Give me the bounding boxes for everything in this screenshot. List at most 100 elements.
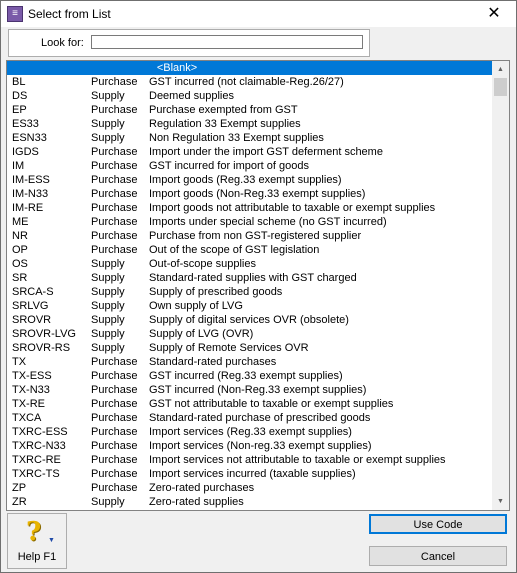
list-item-code: OP [12,244,28,256]
look-for-label: Look for: [41,37,84,49]
list-item-description: Out of the scope of GST legislation [149,244,320,256]
cancel-button[interactable]: Cancel [369,546,507,566]
list-item-code: TXRC-TS [12,468,60,480]
list-item-code: ESN33 [12,132,47,144]
list-item[interactable]: BL Purchase GST incurred (not claimable-Re… [7,75,492,89]
list-item-type: Purchase [91,398,138,410]
list-item-description: Import services (Reg.33 exempt supplies) [149,426,352,438]
list-item-description: Out-of-scope supplies [149,258,256,270]
list-item-code: SROVR [12,314,52,326]
list-item-code: IGDS [12,146,39,158]
list-item-description: Imports under special scheme (no GST inc… [149,216,387,228]
look-for-input[interactable] [91,35,363,49]
list-item-code: ZP [12,482,27,494]
list-item-code: OS [12,258,28,270]
list-item-description: GST incurred (Reg.33 exempt supplies) [149,370,343,382]
list-item[interactable]: IM-RE Purchase Import goods not attributab… [7,201,492,215]
dropdown-arrow-icon: ▼ [48,537,55,544]
vertical-scrollbar[interactable]: ▲ ▼ [492,61,509,510]
list-item[interactable]: TXRC-N33 Purchase Import services (Non-reg… [7,439,492,453]
list-item-type: Supply [91,118,125,130]
list-item-description: Deemed supplies [149,90,234,102]
list-item[interactable]: TX-N33 Purchase GST incurred (Non-Reg.33 e… [7,383,492,397]
list-item-type: Supply [91,496,125,508]
list-item[interactable]: ES33 Supply Regulation 33 Exempt supplies [7,117,492,131]
list-item[interactable]: IGDS Purchase Import under the import GST … [7,145,492,159]
list-item[interactable]: IM-N33 Purchase Import goods (Non-Reg.33 e… [7,187,492,201]
list-item-code: IM-N33 [12,188,49,200]
list-item-description: Purchase exempted from GST [149,104,298,116]
scroll-down-icon[interactable]: ▼ [492,493,509,510]
title-bar[interactable]: ≡ Select from List ✕ [1,1,516,27]
list-item[interactable]: OP Purchase Out of the scope of GST legisl… [7,243,492,257]
list-item-description: Import services (Non-reg.33 exempt suppl… [149,440,372,452]
list-item-description: GST incurred (not claimable-Reg.26/27) [149,76,344,88]
list-item-type: Purchase [91,370,138,382]
list-item[interactable]: TXRC-RE Purchase Import services not attri… [7,453,492,467]
list-item-type: Purchase [91,356,138,368]
list-item-code: BL [12,76,26,88]
use-code-button[interactable]: Use Code [369,514,507,534]
list-item-type: Purchase [91,468,138,480]
list-item-type: Supply [91,132,125,144]
list-item[interactable]: TXCA Purchase Standard-rated purchase of p… [7,411,492,425]
list-item[interactable]: NR Purchase Purchase from non GST-register… [7,229,492,243]
list-item-code: ME [12,216,29,228]
list-item[interactable]: SROVR-RS Supply Supply of Remote Services … [7,341,492,355]
list-item[interactable]: ESN33 Supply Non Regulation 33 Exempt supp… [7,131,492,145]
list-item[interactable]: SRLVG Supply Own supply of LVG [7,299,492,313]
scroll-thumb[interactable] [494,78,507,96]
list-item[interactable]: OS Supply Out-of-scope supplies [7,257,492,271]
list-item-code: NR [12,230,28,242]
close-icon[interactable]: ✕ [472,1,516,27]
list-item-description: Import goods (Reg.33 exempt supplies) [149,174,342,186]
help-question-icon: ? [26,517,42,547]
list-item-type: Purchase [91,202,138,214]
list-item-type: Supply [91,90,125,102]
list-item[interactable]: TXRC-ESS Purchase Import services (Reg.33 … [7,425,492,439]
list-item-code: ZR [12,496,27,508]
list-item[interactable]: SRCA-S Supply Supply of prescribed goods [7,285,492,299]
list-item-code: IM-RE [12,202,44,214]
list-item-code: SRLVG [12,300,49,312]
list-item[interactable]: TX Purchase Standard-rated purchases [7,355,492,369]
list-item-code: TX-RE [12,398,45,410]
list-item-code: SRCA-S [12,286,54,298]
blank-option-label: <Blank> [156,62,198,74]
scroll-up-icon[interactable]: ▲ [492,61,509,78]
help-button-label: Help F1 [17,551,57,563]
list-item[interactable]: IM Purchase GST incurred for import of goo… [7,159,492,173]
list-item[interactable]: EP Purchase Purchase exempted from GST [7,103,492,117]
list-item[interactable]: DS Supply Deemed supplies [7,89,492,103]
list-item[interactable]: SROVR Supply Supply of digital services OV… [7,313,492,327]
code-list[interactable]: <Blank> BL Purchase GST incurred (not clai… [6,60,510,511]
list-item[interactable]: IM-ESS Purchase Import goods (Reg.33 exemp… [7,173,492,187]
list-item-blank[interactable]: <Blank> [7,61,492,75]
list-item[interactable]: SROVR-LVG Supply Supply of LVG (OVR) [7,327,492,341]
list-item-code: TX-ESS [12,370,52,382]
list-item-code: IM [12,160,25,172]
list-item-code: TXRC-N33 [12,440,66,452]
list-item[interactable]: ZP Purchase Zero-rated purchases [7,481,492,495]
list-item-type: Purchase [91,230,138,242]
list-item[interactable]: TX-ESS Purchase GST incurred (Reg.33 exemp… [7,369,492,383]
list-item-type: Supply [91,314,125,326]
list-item-description: Standard-rated supplies with GST charged [149,272,357,284]
list-item-description: Own supply of LVG [149,300,243,312]
list-item[interactable]: TXRC-TS Purchase Import services incurred … [7,467,492,481]
list-item-description: Supply of digital services OVR (obsolete… [149,314,349,326]
list-item-type: Purchase [91,76,138,88]
list-item[interactable]: TX-RE Purchase GST not attributable to tax… [7,397,492,411]
help-button[interactable]: ? ▼ Help F1 [7,513,67,569]
list-item[interactable]: ME Purchase Imports under special scheme (… [7,215,492,229]
list-item-code: EP [12,104,27,116]
select-from-list-window: ≡ Select from List ✕ Look for: <Blank> B… [0,0,517,573]
list-item-description: Import goods not attributable to taxable… [149,202,436,214]
list-item-type: Purchase [91,146,138,158]
list-item-description: Import services not attributable to taxa… [149,454,446,466]
list-item[interactable]: ZR Supply Zero-rated supplies [7,495,492,509]
list-item[interactable]: SR Supply Standard-rated supplies with GST… [7,271,492,285]
list-item-type: Purchase [91,216,138,228]
list-item-type: Purchase [91,244,138,256]
list-item-description: Supply of Remote Services OVR [149,342,309,354]
